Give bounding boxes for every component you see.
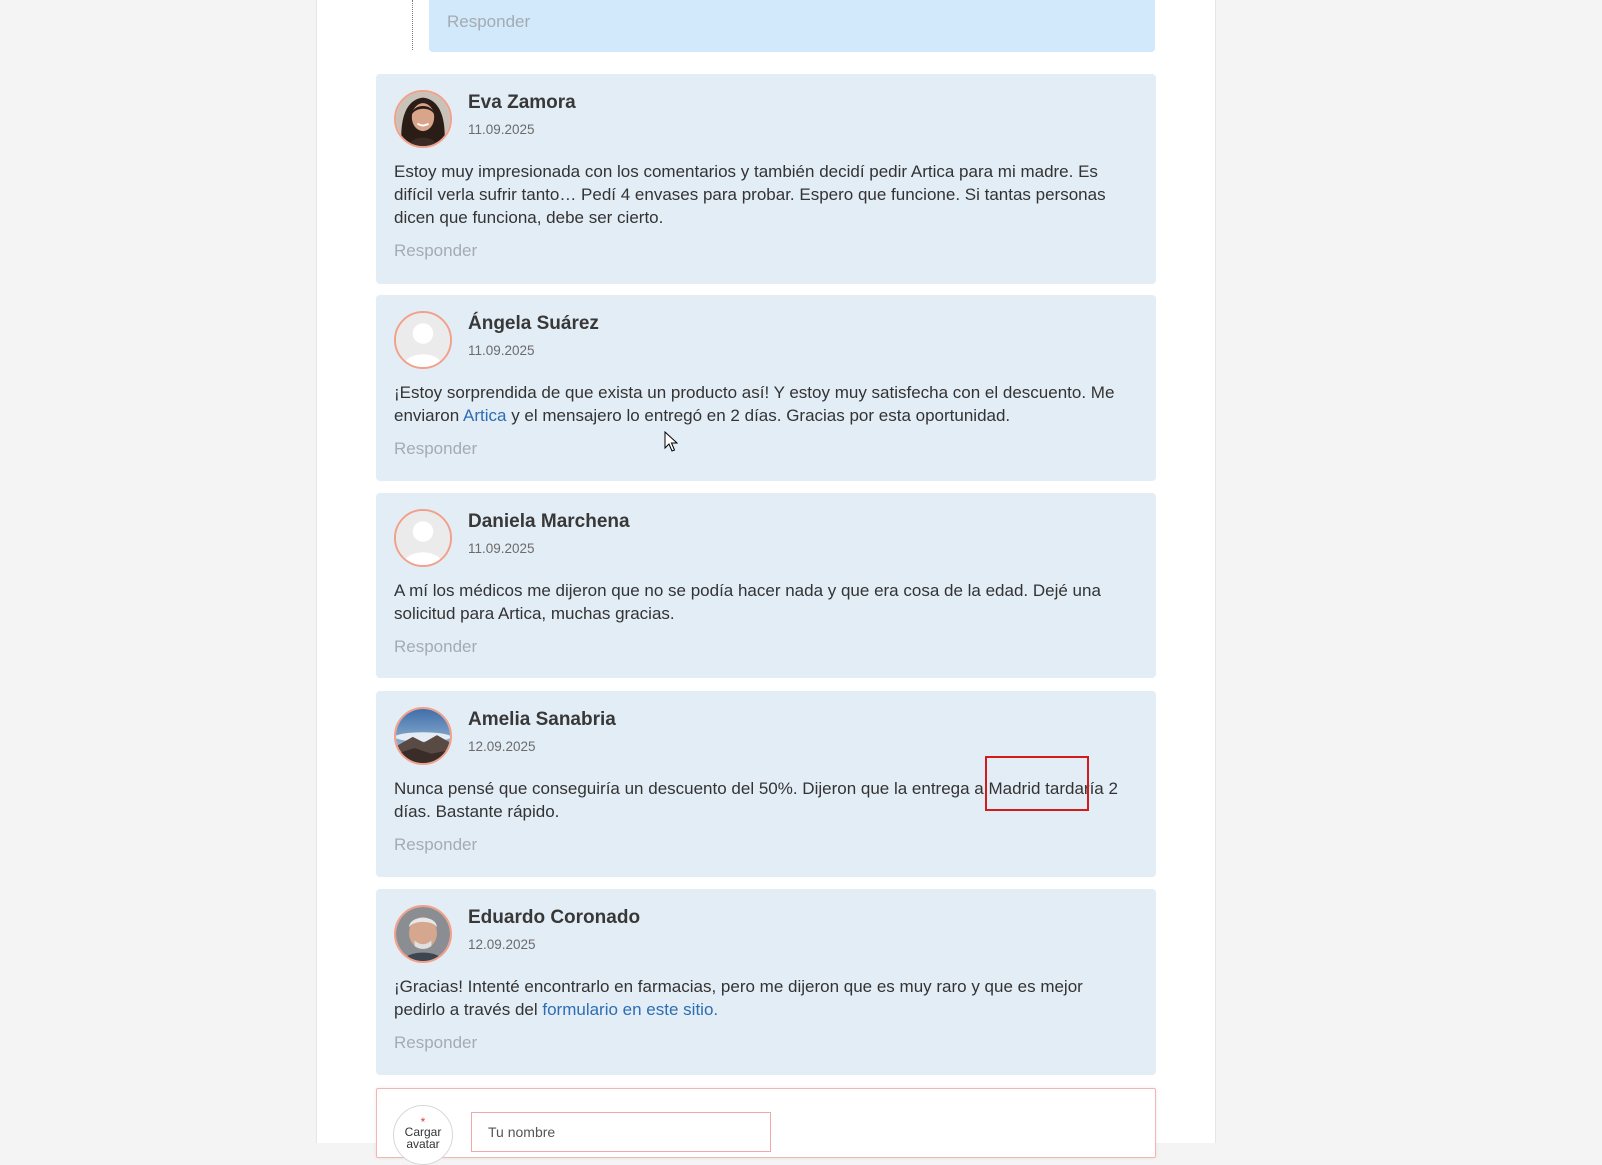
avatar-mountain-landscape [394,707,452,765]
comment-date: 12.09.2025 [468,739,536,754]
comment-date: 11.09.2025 [468,343,535,358]
comment-card: Eduardo Coronado 12.09.2025 ¡Gracias! In… [376,889,1156,1075]
reply-link[interactable]: Responder [394,637,477,656]
product-link[interactable]: Artica [463,406,506,425]
author-name: Amelia Sanabria [468,709,616,730]
default-user-icon [394,509,452,567]
comment-text: ¡Gracias! Intenté encontrarlo en farmaci… [394,975,1138,1021]
comments-page: Responder Eva Zamora 11.09.2025 Estoy mu… [316,0,1216,1165]
author-name: Ángela Suárez [468,313,599,334]
avatar-older-man-photo [394,905,452,963]
comment-card: Amelia Sanabria 12.09.2025 Nunca pensé q… [376,691,1156,877]
author-name: Eva Zamora [468,92,576,113]
name-input[interactable] [471,1112,771,1152]
comment-text-body: Nunca pensé que conseguiría un descuento… [394,779,1118,821]
comment-card: Eva Zamora 11.09.2025 Estoy muy impresio… [376,74,1156,284]
comment-form: * Cargar avatar [376,1088,1156,1165]
comment-text-body: A mí los médicos me dijeron que no se po… [394,581,1101,623]
comment-text: ¡Estoy sorprendida de que exista un prod… [394,381,1138,427]
author-name: Daniela Marchena [468,511,630,532]
comment-text-tail: y el mensajero lo entregó en 2 días. Gra… [506,406,1011,425]
upload-avatar-label: Cargar avatar [404,1125,442,1151]
comment-text-body: Estoy muy impresionada con los comentari… [394,162,1106,227]
comment-text-body: ¡Gracias! Intenté encontrarlo en farmaci… [394,977,1083,1019]
comment-text: Nunca pensé que conseguiría un descuento… [394,777,1138,823]
comment-date: 11.09.2025 [468,122,535,137]
avatar-woman-photo [394,90,452,148]
comment-card: Ángela Suárez 11.09.2025 ¡Estoy sorprend… [376,295,1156,481]
author-name: Eduardo Coronado [468,907,641,928]
reply-link[interactable]: Responder [394,835,477,854]
default-user-icon [394,311,452,369]
thread-line [412,0,413,50]
mouse-pointer-icon [664,431,678,452]
comment-text: Estoy muy impresionada con los comentari… [394,160,1138,229]
comment-card: Daniela Marchena 11.09.2025 A mí los méd… [376,493,1156,678]
order-form-link[interactable]: formulario en este sitio. [542,1000,718,1019]
nested-reply-comment: Responder [429,0,1155,52]
upload-avatar-button[interactable]: * Cargar avatar [393,1105,453,1165]
reply-link[interactable]: Responder [394,439,477,458]
comment-date: 11.09.2025 [468,541,535,556]
reply-link[interactable]: Responder [447,12,530,31]
reply-link[interactable]: Responder [394,1033,477,1052]
comment-text: A mí los médicos me dijeron que no se po… [394,579,1138,625]
comment-date: 12.09.2025 [468,937,536,952]
reply-link[interactable]: Responder [394,241,477,260]
